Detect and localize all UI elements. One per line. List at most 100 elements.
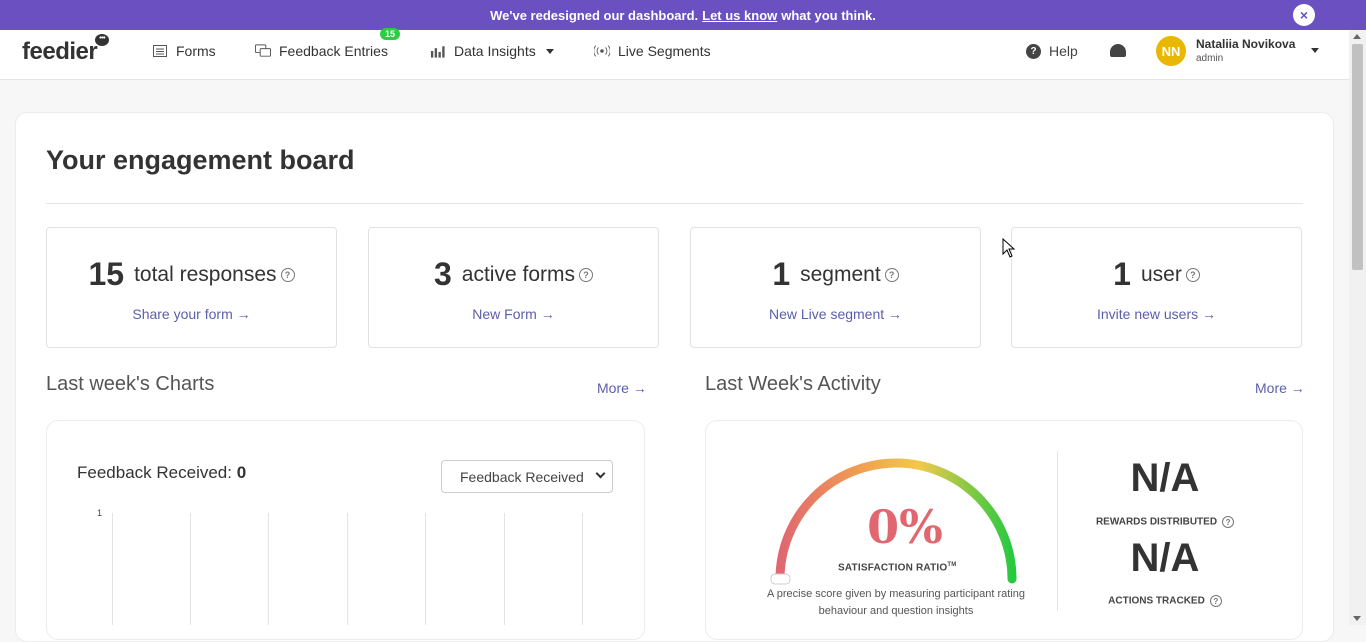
chart-gridline	[268, 513, 269, 625]
nav-data-insights-label: Data Insights	[454, 43, 536, 59]
satisfaction-percent: 0%	[867, 500, 943, 554]
question-icon[interactable]: ?	[280, 267, 295, 282]
help-link[interactable]: ? Help	[1026, 43, 1078, 59]
list-icon	[152, 44, 168, 58]
banner-text-end: what you think.	[781, 7, 876, 23]
question-icon[interactable]: ?	[1222, 516, 1235, 528]
trademark: TM	[947, 562, 957, 568]
stat-card-segments: 1 segment? New Live segment →	[690, 227, 981, 348]
link-text: New Form	[472, 306, 537, 322]
feedback-label-text: Feedback Received:	[77, 463, 232, 482]
nav-feedback-entries[interactable]: Feedback Entries	[255, 43, 388, 59]
activity-divider	[1057, 451, 1058, 611]
arrow-right-icon: →	[236, 306, 251, 322]
invite-users-link[interactable]: Invite new users →	[1012, 306, 1301, 322]
nav-live-segments[interactable]: Live Segments	[594, 43, 711, 59]
page-title: Your engagement board	[46, 145, 355, 175]
scroll-down-icon[interactable]	[1353, 616, 1361, 621]
stat-value: 1	[772, 256, 791, 292]
activity-section-title: Last Week's Activity	[705, 373, 881, 395]
avatar[interactable]: NN	[1156, 36, 1186, 66]
scrollbar-thumb[interactable]	[1352, 44, 1363, 270]
bar-chart-icon	[430, 44, 446, 58]
charts-panel	[46, 420, 645, 640]
broadcast-icon	[594, 44, 610, 58]
banner-text: We've redesigned our dashboard.	[490, 7, 699, 23]
activity-more-link[interactable]: More →	[1255, 380, 1305, 396]
actions-label-text: ACTIONS TRACKED	[1108, 595, 1205, 607]
new-live-segment-link[interactable]: New Live segment →	[691, 306, 980, 322]
link-text: Share your form	[132, 306, 233, 322]
chart-gridline	[347, 513, 348, 625]
charts-more-link[interactable]: More →	[597, 380, 647, 396]
user-menu-chevron-icon[interactable]	[1311, 48, 1319, 53]
gauge-handle	[770, 573, 791, 585]
page-scrollbar[interactable]	[1349, 30, 1366, 625]
satisfaction-ratio-label: SATISFACTION RATIOTM	[838, 562, 956, 573]
chat-icon	[255, 44, 271, 58]
stat-label: segment	[800, 262, 881, 286]
chart-gridline	[504, 513, 505, 625]
feedback-count: 0	[236, 463, 247, 482]
nav-live-segments-label: Live Segments	[618, 43, 711, 59]
close-banner-button[interactable]: ×	[1293, 4, 1315, 26]
speedometer-icon[interactable]	[1110, 44, 1126, 57]
banner-feedback-link[interactable]: Let us know	[702, 8, 777, 23]
nav-forms[interactable]: Forms	[152, 43, 216, 59]
question-icon[interactable]: ?	[1185, 267, 1200, 282]
chart-gridline	[112, 513, 113, 625]
user-name[interactable]: Nataliia Novikova	[1196, 37, 1295, 51]
feedback-received-label: Feedback Received: 0	[77, 463, 246, 483]
logo-text: feedier	[22, 38, 98, 65]
question-icon[interactable]: ?	[1209, 595, 1222, 607]
rewards-value: N/A	[1130, 456, 1200, 500]
chevron-down-icon	[595, 468, 606, 479]
arrow-right-icon: →	[632, 380, 647, 396]
charts-section-title: Last week's Charts	[46, 373, 215, 395]
stat-label: active forms	[461, 262, 575, 286]
arrow-right-icon: →	[540, 306, 555, 322]
logo-bubble-icon: •••	[95, 34, 110, 46]
scroll-up-icon[interactable]	[1353, 34, 1361, 39]
stat-label: user	[1140, 262, 1182, 286]
actions-value: N/A	[1130, 536, 1200, 580]
stat-value: 3	[434, 256, 452, 292]
stat-value: 1	[1113, 256, 1131, 292]
title-divider	[46, 203, 1303, 204]
announcement-banner: We've redesigned our dashboard. Let us k…	[0, 0, 1366, 30]
chart-metric-select[interactable]: Feedback Received	[441, 460, 613, 493]
nav-feedback-entries-label: Feedback Entries	[279, 43, 388, 59]
arrow-right-icon: →	[888, 306, 903, 322]
more-text: More	[1255, 380, 1287, 396]
chart-gridline	[425, 513, 426, 625]
select-value: Feedback Received	[460, 468, 584, 485]
help-icon: ?	[1026, 43, 1041, 59]
stat-label: total responses	[134, 262, 277, 286]
chevron-down-icon	[545, 48, 554, 54]
satisfaction-description: A precise score given by measuring parti…	[766, 588, 1026, 617]
rewards-label: REWARDS DISTRIBUTED?	[1070, 516, 1260, 528]
feedier-logo[interactable]: feedier •••	[22, 34, 110, 66]
mouse-cursor-icon	[1002, 238, 1016, 258]
nav-data-insights[interactable]: Data Insights	[430, 43, 554, 59]
stat-card-responses: 15 total responses? Share your form →	[46, 227, 337, 348]
help-label: Help	[1049, 43, 1078, 59]
more-text: More	[597, 380, 629, 396]
nav-forms-label: Forms	[176, 43, 216, 59]
arrow-right-icon: →	[1290, 380, 1305, 396]
new-form-link[interactable]: New Form →	[369, 306, 658, 322]
user-role: admin	[1196, 53, 1224, 64]
question-icon[interactable]: ?	[884, 267, 899, 282]
actions-label: ACTIONS TRACKED?	[1070, 595, 1260, 607]
y-axis-tick: 1	[97, 508, 103, 518]
rewards-label-text: REWARDS DISTRIBUTED	[1095, 516, 1218, 528]
question-icon[interactable]: ?	[579, 267, 593, 282]
share-form-link[interactable]: Share your form →	[47, 306, 336, 322]
stat-card-users: 1 user? Invite new users →	[1011, 227, 1302, 348]
top-navbar: feedier ••• Forms Feedback Entries 15 Dat…	[0, 28, 1349, 80]
stat-value: 15	[88, 256, 125, 292]
stat-card-forms: 3 active forms? New Form →	[368, 227, 659, 348]
link-text: Invite new users	[1096, 306, 1199, 322]
arrow-right-icon: →	[1202, 306, 1217, 322]
chart-gridline	[190, 513, 191, 625]
